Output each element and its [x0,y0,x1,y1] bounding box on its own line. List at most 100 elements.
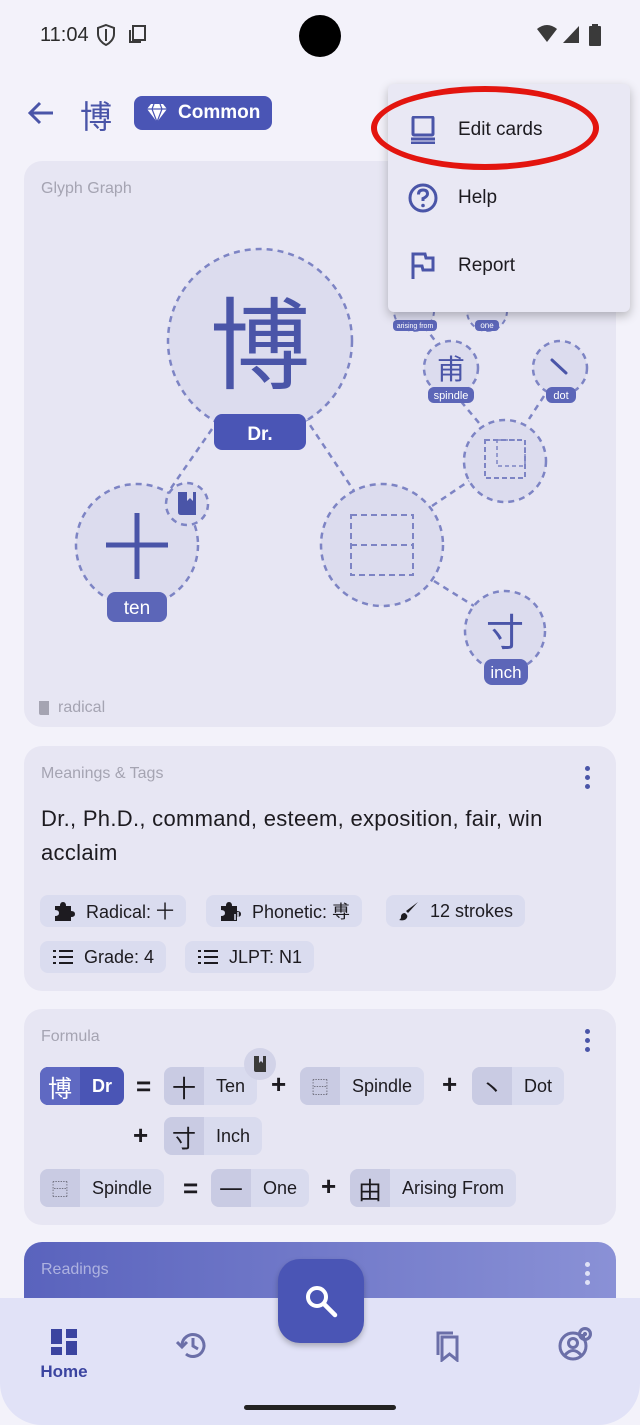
list-icon [198,950,218,964]
nav-history[interactable] [162,1330,222,1360]
battery-icon [589,24,601,51]
formula2-spindle-label: Spindle [92,1177,153,1198]
tag-strokes-label: 12 strokes [430,900,514,921]
search-button[interactable] [278,1259,364,1343]
history-icon [176,1333,206,1358]
node-arising-from-label: arising from [397,323,434,330]
formula2-spindle-glyph: ⿱ [40,1169,80,1207]
help-icon [408,183,438,213]
formula2-spindle-chip[interactable]: ⿱ Spindle [40,1169,165,1207]
wifi-icon [536,24,558,49]
formula2-one-glyph: — [211,1169,251,1207]
formula-inch-glyph: 寸 [164,1117,204,1155]
tag-radical-label: Radical: 十 [86,902,175,922]
formula-card: Formula 博 Dr = 十 Ten + ⿱ Spindle + 丶 Dot… [24,1009,616,1225]
formula-more-icon[interactable] [584,1029,590,1052]
tag-radical[interactable]: Radical: 十 [40,895,187,927]
formula-plus-2: + [442,1069,458,1099]
formula-dot-glyph: 丶 [472,1067,512,1105]
camera-cutout [299,15,341,57]
formula-spindle-chip[interactable]: ⿱ Spindle [300,1067,425,1105]
formula2-plus: + [321,1171,337,1201]
node-inch-label: inch [490,663,521,682]
node-ten-label: ten [124,598,150,619]
node-main[interactable]: 博 Dr. [166,247,354,450]
formula-main-label: Dr [92,1075,113,1096]
nav-home-label: Home [40,1362,88,1381]
meanings-card: Meanings & Tags Dr., Ph.D., command, est… [24,746,616,991]
node-inch-glyph: 寸 [486,611,524,655]
radical-marker [164,481,210,527]
tag-jlpt[interactable]: JLPT: N1 [185,941,315,973]
node-main-label: Dr. [247,424,272,445]
formula2-one-chip[interactable]: — One [211,1169,310,1207]
screenshot-icon [128,24,148,49]
formula-plus-3: + [133,1120,149,1150]
nav-bookmarks[interactable] [418,1330,478,1362]
menu-item-report[interactable]: Report [388,232,630,300]
node-dot[interactable]: dot [531,339,589,403]
tag-grade-label: Grade: 4 [84,946,155,967]
tag-strokes[interactable]: 12 strokes [386,895,526,927]
formula-dot-chip[interactable]: 丶 Dot [472,1067,565,1105]
formula-ten-glyph: 十 [164,1067,204,1105]
tag-phonetic-label: Phonetic: 尃 [252,902,351,922]
formula-main-chip[interactable]: 博 Dr [40,1067,125,1105]
formula-inch-chip[interactable]: 寸 Inch [164,1117,263,1155]
meanings-more-icon[interactable] [584,766,590,789]
formula2-arising-chip[interactable]: 由 Arising From [350,1169,517,1207]
formula2-one-label: One [263,1177,298,1198]
menu-item-label: Help [458,187,498,208]
node-sub-phonetic[interactable] [462,418,548,504]
nav-home[interactable]: Home [34,1328,94,1382]
tag-phonetic[interactable]: Phonetic: 尃 [206,895,363,927]
formula-main-glyph: 博 [40,1067,80,1105]
legend-label: radical [58,699,106,716]
puzzle-sound-icon [221,902,241,921]
tag-jlpt-label: JLPT: N1 [229,946,303,967]
meanings-title: Meanings & Tags [41,765,164,782]
formula-title: Formula [41,1028,100,1045]
badge-label: Common [178,102,261,123]
page-title: 博 [80,98,113,136]
puzzle-icon [55,902,75,921]
home-indicator [244,1405,396,1410]
status-bar: 11:04 [0,0,640,70]
formula-spindle-glyph: ⿱ [300,1067,340,1105]
formula2-arising-glyph: 由 [350,1169,390,1207]
back-button[interactable] [22,94,60,132]
bookmark-icon [254,1056,266,1072]
bookmarks-icon [436,1331,459,1362]
readings-more-icon[interactable] [584,1262,590,1285]
formula-equals: = [136,1071,152,1101]
shield-icon [96,23,116,51]
formula-ten-chip[interactable]: 十 Ten [164,1067,258,1105]
formula2-arising-label: Arising From [402,1177,505,1198]
account-sync-icon [558,1327,592,1361]
node-one-label: one [480,321,494,330]
highlight-annotation [371,86,599,170]
common-badge[interactable]: Common [134,96,273,130]
formula-ten-label: Ten [216,1075,246,1096]
node-spindle[interactable]: 甫 spindle [422,339,480,403]
menu-item-help[interactable]: Help [388,164,630,232]
search-icon [306,1286,338,1318]
list-icon [53,950,73,964]
arrow-left-icon [27,101,53,125]
formula2-equals: = [183,1173,199,1203]
signal-icon [562,24,580,49]
node-inch[interactable]: 寸 inch [463,589,547,685]
formula-spindle-label: Spindle [352,1075,413,1096]
node-dot-label: dot [553,390,568,402]
node-phonetic[interactable] [319,482,445,608]
formula-inch-label: Inch [216,1125,251,1146]
tag-grade[interactable]: Grade: 4 [40,941,167,973]
readings-title: Readings [41,1261,109,1278]
flag-icon [408,251,438,281]
meanings-text: Dr., Ph.D., command, esteem, exposition,… [41,806,543,865]
diamond-icon [147,103,167,123]
nav-account[interactable] [545,1326,605,1362]
app-screen: 11:04 博 Common Glyph Graph 博 Dr. ten 寸 i… [0,0,640,1425]
node-main-glyph: 博 [210,288,310,405]
graph-legend: radical [38,699,105,717]
